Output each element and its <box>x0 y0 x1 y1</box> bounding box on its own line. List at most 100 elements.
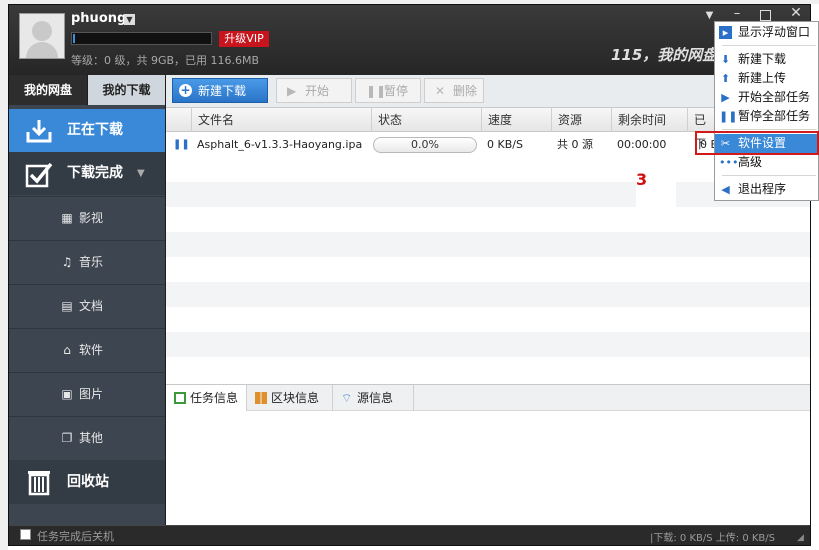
avatar-body-shape <box>26 42 58 58</box>
sidebar-item-completed[interactable]: 下载完成 ▼ <box>9 152 165 195</box>
document-icon: ▤ <box>61 299 73 313</box>
menu-item-advanced[interactable]: ••• 高级 <box>715 153 818 172</box>
checkmark-box-icon <box>25 162 53 188</box>
button-label: 删除 <box>453 84 478 98</box>
new-download-button[interactable]: + 新建下载 <box>172 78 268 103</box>
shutdown-when-done-checkbox[interactable] <box>20 529 31 540</box>
shutdown-when-done-label: 任务完成后关机 <box>37 530 114 543</box>
button-label: 开始 <box>305 84 330 98</box>
menu-item-exit[interactable]: ◀ 退出程序 <box>715 180 818 199</box>
quota-text: 等级：0 级，共 9GB，已用 116.6MB <box>71 54 260 67</box>
menu-item-label: 显示浮动窗口 <box>738 25 811 39</box>
sidebar-item-label: 正在下载 <box>67 122 123 138</box>
tab-my-downloads[interactable]: 我的下载 <box>88 75 165 105</box>
exit-icon: ◀ <box>721 183 730 196</box>
menu-item-label: 暂停全部任务 <box>738 109 811 123</box>
avatar-head-shape <box>32 21 52 41</box>
close-button[interactable]: ✕ <box>789 6 803 20</box>
start-button[interactable]: ▶ 开始 <box>276 78 352 103</box>
play-icon: ▶ <box>721 91 730 104</box>
sidebar-item-label: 其他 <box>79 431 104 445</box>
floating-window-icon: ▸ <box>719 26 732 39</box>
delete-icon: ✕ <box>435 84 446 98</box>
download-tray-icon <box>26 120 52 143</box>
tab-label: 任务信息 <box>190 391 239 405</box>
pause-icon: ❚❚ <box>719 110 738 123</box>
music-note-icon: ♫ <box>61 255 73 269</box>
menu-item-show-floating-window[interactable]: ▸ 显示浮动窗口 <box>715 23 818 42</box>
sidebar-item-label: 音乐 <box>79 255 104 269</box>
user-menu-dropdown-icon[interactable]: ▼ <box>124 14 135 25</box>
quota-fill <box>73 34 75 43</box>
delete-button[interactable]: ✕ 删除 <box>424 78 484 103</box>
sidebar-item-pictures[interactable]: ▣ 图片 <box>9 372 165 415</box>
menu-item-label: 高级 <box>738 155 763 169</box>
sidebar-item-music[interactable]: ♫ 音乐 <box>9 240 165 283</box>
sidebar-item-label: 文档 <box>79 299 104 313</box>
button-label: 暂停 <box>384 84 409 98</box>
row-sources: 共 0 源 <box>557 138 593 151</box>
picture-icon: ▣ <box>61 387 73 401</box>
sidebar-item-label: 影视 <box>79 211 104 225</box>
row-remaining-time: 00:00:00 <box>617 138 667 151</box>
background-strip-left <box>0 0 8 550</box>
sidebar-item-software[interactable]: ⌂ 软件 <box>9 328 165 371</box>
upgrade-vip-button[interactable]: 升级VIP <box>219 31 269 47</box>
sidebar-item-downloading[interactable]: 正在下载 <box>9 109 165 152</box>
column-header-filename[interactable]: 文件名 <box>191 108 371 132</box>
menu-separator <box>722 175 816 176</box>
row-filename: Asphalt_6-v1.3.3-Haoyang.ipa <box>197 138 363 151</box>
tab-label: 源信息 <box>357 391 394 405</box>
column-header-downloaded[interactable]: 已下 <box>687 108 714 151</box>
list-stripe <box>166 332 810 357</box>
menu-item-label: 新建下载 <box>738 52 787 66</box>
menu-item-new-download[interactable]: ⬇ 新建下载 <box>715 50 818 69</box>
menu-item-pause-all[interactable]: ❚❚ 暂停全部任务 <box>715 107 818 126</box>
column-header-status[interactable]: 状态 <box>371 108 481 132</box>
chevron-down-icon: ▼ <box>137 168 145 179</box>
download-arrow-icon: ⬇ <box>720 53 731 66</box>
resize-grip-icon[interactable]: ◢ <box>797 533 804 543</box>
column-header-speed[interactable]: 速度 <box>481 108 551 132</box>
menu-item-start-all[interactable]: ▶ 开始全部任务 <box>715 88 818 107</box>
tab-block-info[interactable]: 区块信息 <box>247 385 333 411</box>
block-grid-icon <box>255 392 267 404</box>
username: phuong <box>71 11 127 26</box>
annotation-step-number: 3 <box>636 170 648 189</box>
button-label: 新建下载 <box>198 84 247 98</box>
menu-item-label: 新建上传 <box>738 71 787 85</box>
film-icon: ▦ <box>61 211 73 225</box>
quota-bar <box>71 32 212 45</box>
sidebar-item-other[interactable]: ❐ 其他 <box>9 416 165 459</box>
pause-button[interactable]: ❚❚ 暂停 <box>355 78 421 103</box>
sidebar-item-documents[interactable]: ▤ 文档 <box>9 284 165 327</box>
list-stripe <box>166 282 810 307</box>
wifi-signal-icon: ⌔ <box>341 391 353 405</box>
row-speed: 0 KB/S <box>487 138 523 151</box>
trash-icon <box>28 471 50 496</box>
other-files-icon: ❐ <box>61 431 73 445</box>
upload-arrow-icon: ⬆ <box>720 72 731 85</box>
software-icon: ⌂ <box>63 343 71 357</box>
sidebar-item-video[interactable]: ▦ 影视 <box>9 196 165 239</box>
annotation-highlight-box <box>695 131 819 155</box>
tab-task-info[interactable]: 任务信息 <box>166 385 247 411</box>
detail-panel <box>166 411 810 525</box>
maximize-button[interactable] <box>760 10 771 21</box>
tab-source-info[interactable]: ⌔ 源信息 <box>333 385 414 411</box>
minimize-button[interactable]: – <box>731 7 743 21</box>
tab-label: 区块信息 <box>271 391 320 405</box>
sidebar-item-label: 回收站 <box>67 474 109 490</box>
menu-separator <box>722 45 816 46</box>
sidebar-item-label: 图片 <box>79 387 104 401</box>
avatar[interactable] <box>19 13 65 59</box>
menu-separator <box>722 129 816 130</box>
menu-item-new-upload[interactable]: ⬆ 新建上传 <box>715 69 818 88</box>
sidebar-item-recycle-bin[interactable]: 回收站 <box>9 460 165 504</box>
menu-item-label: 开始全部任务 <box>738 90 811 104</box>
plus-icon: + <box>179 83 192 97</box>
column-header-sources[interactable]: 资源 <box>551 108 611 132</box>
column-header-remaining-time[interactable]: 剩余时间 <box>611 108 687 132</box>
menu-item-label: 退出程序 <box>738 182 787 196</box>
tab-my-disk[interactable]: 我的网盘 <box>9 75 87 105</box>
